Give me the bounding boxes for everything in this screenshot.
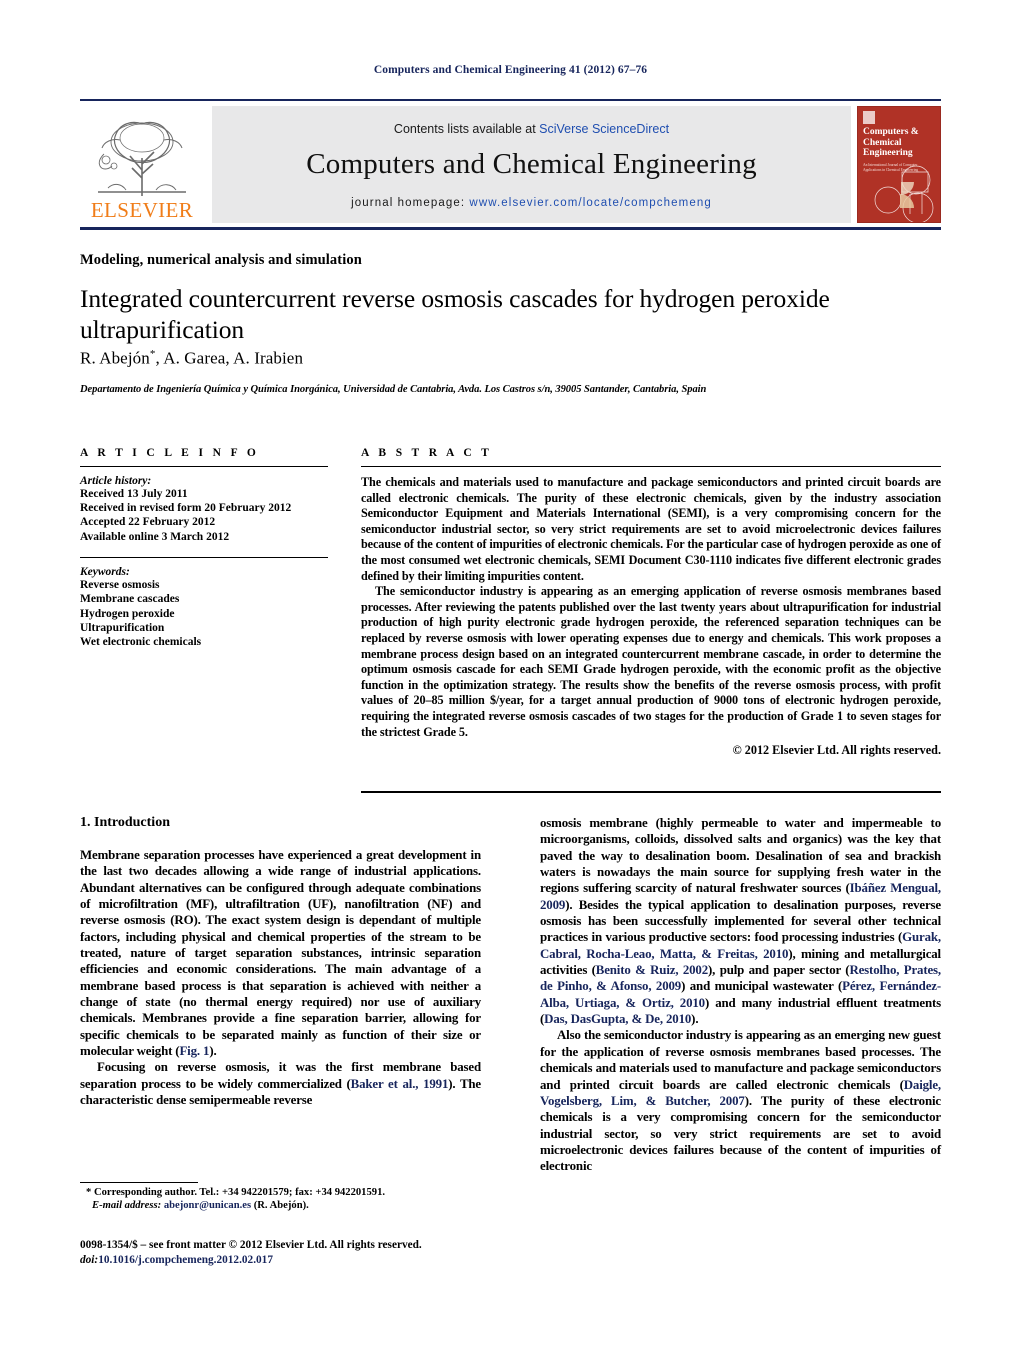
paragraph-text: Also the semiconductor industry is appea… bbox=[540, 1028, 941, 1092]
keyword-item: Reverse osmosis bbox=[80, 578, 160, 591]
email-suffix: (R. Abejón). bbox=[253, 1200, 309, 1212]
introduction-right-text: osmosis membrane (highly permeable to wa… bbox=[540, 815, 941, 1175]
article-history-item: Received in revised form 20 February 201… bbox=[80, 502, 292, 515]
journal-homepage-line: journal homepage: www.elsevier.com/locat… bbox=[351, 197, 712, 209]
abstract-body: The chemicals and materials used to manu… bbox=[361, 475, 941, 740]
issn-line: 0098-1354/$ – see front matter © 2012 El… bbox=[80, 1239, 422, 1251]
keywords-rule bbox=[80, 556, 328, 558]
abstract-rule bbox=[361, 466, 941, 467]
article-info-heading: A R T I C L E I N F O bbox=[80, 447, 260, 459]
keyword-item: Membrane cascades bbox=[80, 593, 180, 606]
journal-cover-thumbnail: Computers & Chemical Engineering An Inte… bbox=[857, 106, 941, 223]
journal-masthead: ELSEVIER Contents lists available at Sci… bbox=[80, 99, 941, 223]
paragraph-text: ), pulp and paper sector ( bbox=[708, 963, 850, 978]
citation-link[interactable]: Fig. 1 bbox=[179, 1044, 209, 1058]
abstract-heading: A B S T R A C T bbox=[361, 447, 493, 459]
citation-link[interactable]: Benito & Ruiz, 2002 bbox=[596, 963, 708, 977]
page-title: Integrated countercurrent reverse osmosi… bbox=[80, 284, 830, 344]
article-history-label: Article history: bbox=[80, 475, 152, 487]
footnote-rule bbox=[80, 1182, 198, 1183]
keyword-item: Ultrapurification bbox=[80, 622, 165, 635]
paragraph-text: ). Besides the typical application to de… bbox=[540, 897, 941, 945]
article-info-rule bbox=[80, 466, 328, 467]
citation-link[interactable]: Baker et al., 1991 bbox=[351, 1077, 449, 1091]
footnote-block: * Corresponding author. Tel.: +34 942201… bbox=[80, 1186, 481, 1213]
paragraph: osmosis membrane (highly permeable to wa… bbox=[540, 815, 941, 1027]
abstract-paragraph: The semiconductor industry is appearing … bbox=[361, 584, 941, 739]
email-note: E-mail address: abejonr@unican.es (R. Ab… bbox=[80, 1199, 481, 1212]
body-column-left: 1. Introduction Membrane separation proc… bbox=[80, 815, 481, 1109]
paper-page: Computers and Chemical Engineering 41 (2… bbox=[0, 0, 1021, 1351]
cover-title: Computers & Chemical Engineering bbox=[863, 127, 919, 158]
article-info-column: A R T I C L E I N F O Article history: R… bbox=[80, 447, 328, 650]
abstract-paragraph: The chemicals and materials used to manu… bbox=[361, 475, 941, 583]
doi-link[interactable]: 10.1016/j.compchemeng.2012.02.017 bbox=[98, 1254, 273, 1266]
running-head: Computers and Chemical Engineering 41 (2… bbox=[373, 64, 648, 76]
paragraph: Also the semiconductor industry is appea… bbox=[540, 1027, 941, 1174]
paragraph: Focusing on reverse osmosis, it was the … bbox=[80, 1059, 481, 1108]
paragraph-text-tail: ). bbox=[691, 1012, 699, 1027]
citation-link[interactable]: Das, DasGupta, & De, 2010 bbox=[544, 1012, 691, 1026]
author-list: R. Abejón*, A. Garea, A. Irabien bbox=[80, 348, 303, 369]
email-label: E-mail address: bbox=[92, 1200, 162, 1212]
sciencedirect-link[interactable]: SciVerse ScienceDirect bbox=[539, 122, 669, 136]
journal-band: Contents lists available at SciVerse Sci… bbox=[212, 106, 851, 223]
journal-section-label: Modeling, numerical analysis and simulat… bbox=[80, 252, 362, 268]
article-history-item: Received 13 July 2011 bbox=[80, 488, 188, 500]
body-column-right: osmosis membrane (highly permeable to wa… bbox=[540, 815, 941, 1175]
paragraph-text: ) and municipal wastewater ( bbox=[681, 979, 843, 994]
introduction-left-text: Membrane separation processes have exper… bbox=[80, 847, 481, 1109]
affiliation: Departamento de Ingeniería Química y Quí… bbox=[80, 384, 707, 395]
paragraph-text: Membrane separation processes have exper… bbox=[80, 848, 481, 1059]
masthead-bottom-rule bbox=[80, 227, 941, 230]
journal-title: Computers and Chemical Engineering bbox=[306, 148, 757, 180]
article-history-item: Available online 3 March 2012 bbox=[80, 530, 230, 543]
issn-doi-block: 0098-1354/$ – see front matter © 2012 El… bbox=[80, 1238, 510, 1267]
doi-label: doi: bbox=[80, 1253, 99, 1266]
keyword-item: Hydrogen peroxide bbox=[80, 607, 175, 620]
abstract-bottom-rule bbox=[361, 791, 941, 793]
homepage-prefix: journal homepage: bbox=[351, 197, 470, 209]
keywords-label: Keywords: bbox=[80, 565, 130, 578]
elsevier-wordmark: ELSEVIER bbox=[90, 198, 194, 222]
paragraph-text-tail: ). bbox=[209, 1044, 217, 1059]
cover-elsevier-mark-icon bbox=[863, 111, 875, 124]
section-heading-introduction: 1. Introduction bbox=[80, 815, 170, 830]
elsevier-logo: ELSEVIER bbox=[80, 106, 204, 223]
author-rest: , A. Garea, A. Irabien bbox=[155, 348, 304, 368]
abstract-copyright: © 2012 Elsevier Ltd. All rights reserved… bbox=[732, 743, 941, 758]
contents-prefix: Contents lists available at bbox=[393, 122, 540, 136]
article-history-item: Accepted 22 February 2012 bbox=[80, 516, 216, 529]
homepage-link[interactable]: www.elsevier.com/locate/compchemeng bbox=[469, 197, 711, 209]
contents-line: Contents lists available at SciVerse Sci… bbox=[394, 122, 669, 136]
elsevier-tree-icon bbox=[98, 121, 186, 196]
email-link[interactable]: abejonr@unican.es bbox=[164, 1200, 251, 1211]
cover-artwork-icon bbox=[874, 165, 934, 222]
keyword-item: Wet electronic chemicals bbox=[80, 636, 202, 649]
author-first: R. Abejón bbox=[80, 348, 150, 368]
corresponding-author-note: * Corresponding author. Tel.: +34 942201… bbox=[86, 1187, 386, 1198]
doi-line: doi:10.1016/j.compchemeng.2012.02.017 bbox=[80, 1253, 510, 1268]
abstract-column: A B S T R A C T The chemicals and materi… bbox=[361, 447, 941, 758]
paragraph: Membrane separation processes have exper… bbox=[80, 847, 481, 1059]
